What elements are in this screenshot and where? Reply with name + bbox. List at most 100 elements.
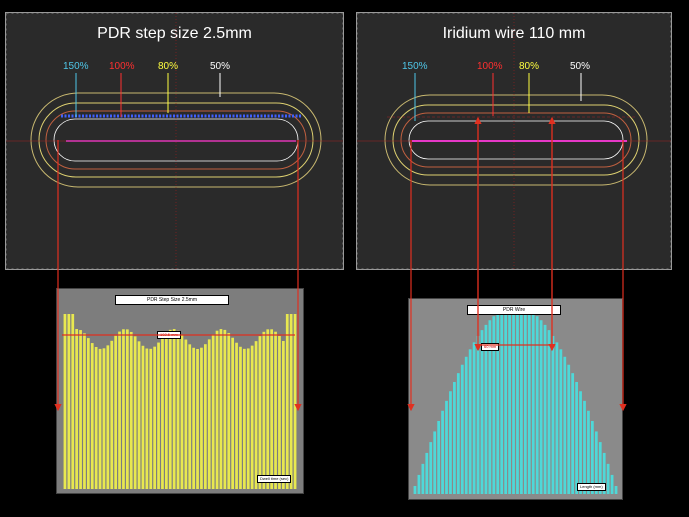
histogram-bar: [496, 312, 500, 494]
histogram-bar: [246, 348, 250, 489]
histogram-bar: [274, 331, 277, 489]
histogram-bar: [153, 346, 157, 489]
histogram-bar: [555, 342, 559, 494]
histogram-bar: [63, 314, 67, 489]
histogram-bar: [122, 329, 125, 489]
histogram-bar: [579, 391, 582, 494]
histogram-bar: [219, 329, 223, 489]
histogram-bar: [421, 463, 425, 494]
right-histogram-span-label: 60 mm: [481, 343, 500, 351]
right-histogram-footer: Length (mm): [577, 483, 606, 491]
histogram-bar: [285, 314, 289, 489]
histogram-bar: [184, 339, 188, 489]
right-dwell-histogram: PDR Wire 60 mm Length (mm): [408, 298, 623, 500]
histogram-bar: [270, 329, 274, 489]
histogram-bar: [98, 348, 102, 489]
histogram-bar: [587, 410, 590, 494]
histogram-bar: [413, 486, 417, 494]
histogram-bar: [504, 308, 508, 494]
histogram-bar: [516, 306, 519, 494]
right-histogram-title: PDR Wire: [467, 305, 561, 315]
histogram-bar: [508, 306, 511, 494]
histogram-bar: [289, 314, 293, 489]
right-histogram-bars: [413, 306, 618, 494]
histogram-bar: [207, 339, 211, 489]
histogram-bar: [192, 347, 196, 489]
histogram-bar: [83, 333, 86, 489]
histogram-bar: [606, 463, 610, 494]
left-dose-panel: PDR step size 2.5mm 150% 100% 80% 50%: [5, 12, 344, 270]
histogram-bar: [425, 452, 429, 494]
histogram-bar: [437, 420, 441, 494]
histogram-bar: [445, 400, 448, 494]
left-isodose-plot: [6, 13, 343, 269]
histogram-bar: [543, 324, 547, 494]
left-histogram-bars: [63, 314, 297, 489]
histogram-bar: [468, 349, 472, 494]
histogram-bar: [433, 431, 437, 494]
histogram-bar: [239, 346, 242, 489]
histogram-bar: [547, 330, 551, 494]
histogram-bar: [211, 334, 215, 489]
histogram-bar: [539, 320, 543, 494]
histogram-bar: [559, 349, 563, 494]
histogram-bar: [281, 340, 285, 489]
histogram-bar: [563, 356, 567, 494]
histogram-bar: [266, 329, 270, 489]
histogram-bar: [71, 314, 75, 489]
histogram-bar: [464, 356, 468, 494]
histogram-bar: [94, 346, 98, 489]
histogram-bar: [231, 337, 235, 489]
histogram-bar: [531, 312, 535, 494]
histogram-bar: [456, 373, 460, 494]
histogram-bar: [164, 332, 168, 489]
histogram-bar: [551, 335, 555, 494]
histogram-bar: [129, 331, 133, 489]
histogram-bar: [250, 345, 254, 489]
histogram-bar: [429, 442, 433, 494]
histogram-bar: [176, 330, 180, 489]
histogram-bar: [520, 306, 523, 494]
histogram-bar: [500, 310, 504, 494]
histogram-bar: [79, 330, 82, 489]
histogram-bar: [168, 329, 172, 489]
left-dwell-histogram: PDR Step Size 2.5mm 102.5 mm Dwell time …: [56, 288, 304, 494]
histogram-bar: [476, 335, 480, 494]
histogram-bar: [293, 314, 297, 489]
histogram-bar: [203, 344, 207, 489]
histogram-bar: [567, 364, 571, 494]
histogram-bar: [125, 329, 129, 489]
histogram-bar: [180, 334, 184, 489]
histogram-bar: [67, 314, 71, 489]
histogram-bar: [258, 336, 262, 489]
left-histogram-footer: Dwell time (sec): [257, 475, 292, 483]
histogram-bar: [262, 331, 266, 489]
histogram-bar: [118, 331, 121, 489]
histogram-bar: [106, 345, 110, 489]
histogram-bar: [512, 306, 515, 494]
histogram-bar: [441, 410, 444, 494]
histogram-bar: [102, 348, 106, 489]
histogram-bar: [523, 308, 527, 494]
histogram-bar: [460, 364, 464, 494]
histogram-bar: [188, 344, 192, 489]
histogram-bar: [172, 329, 176, 489]
histogram-bar: [480, 330, 484, 494]
left-histogram-span-label: 102.5 mm: [157, 331, 181, 339]
histogram-bar: [149, 348, 153, 489]
histogram-bar: [571, 373, 575, 494]
histogram-bar: [449, 391, 452, 494]
histogram-bar: [235, 342, 238, 489]
histogram-bar: [254, 341, 258, 489]
histogram-bar: [137, 341, 141, 489]
histogram-bar: [75, 329, 79, 489]
histogram-bar: [227, 333, 231, 489]
histogram-bar: [278, 335, 281, 489]
left-histogram-title: PDR Step Size 2.5mm: [115, 295, 229, 305]
histogram-bar: [114, 335, 118, 489]
histogram-bar: [200, 347, 203, 489]
histogram-bar: [453, 382, 456, 494]
histogram-bar: [86, 338, 90, 489]
histogram-bar: [157, 342, 160, 489]
histogram-bar: [535, 316, 539, 494]
